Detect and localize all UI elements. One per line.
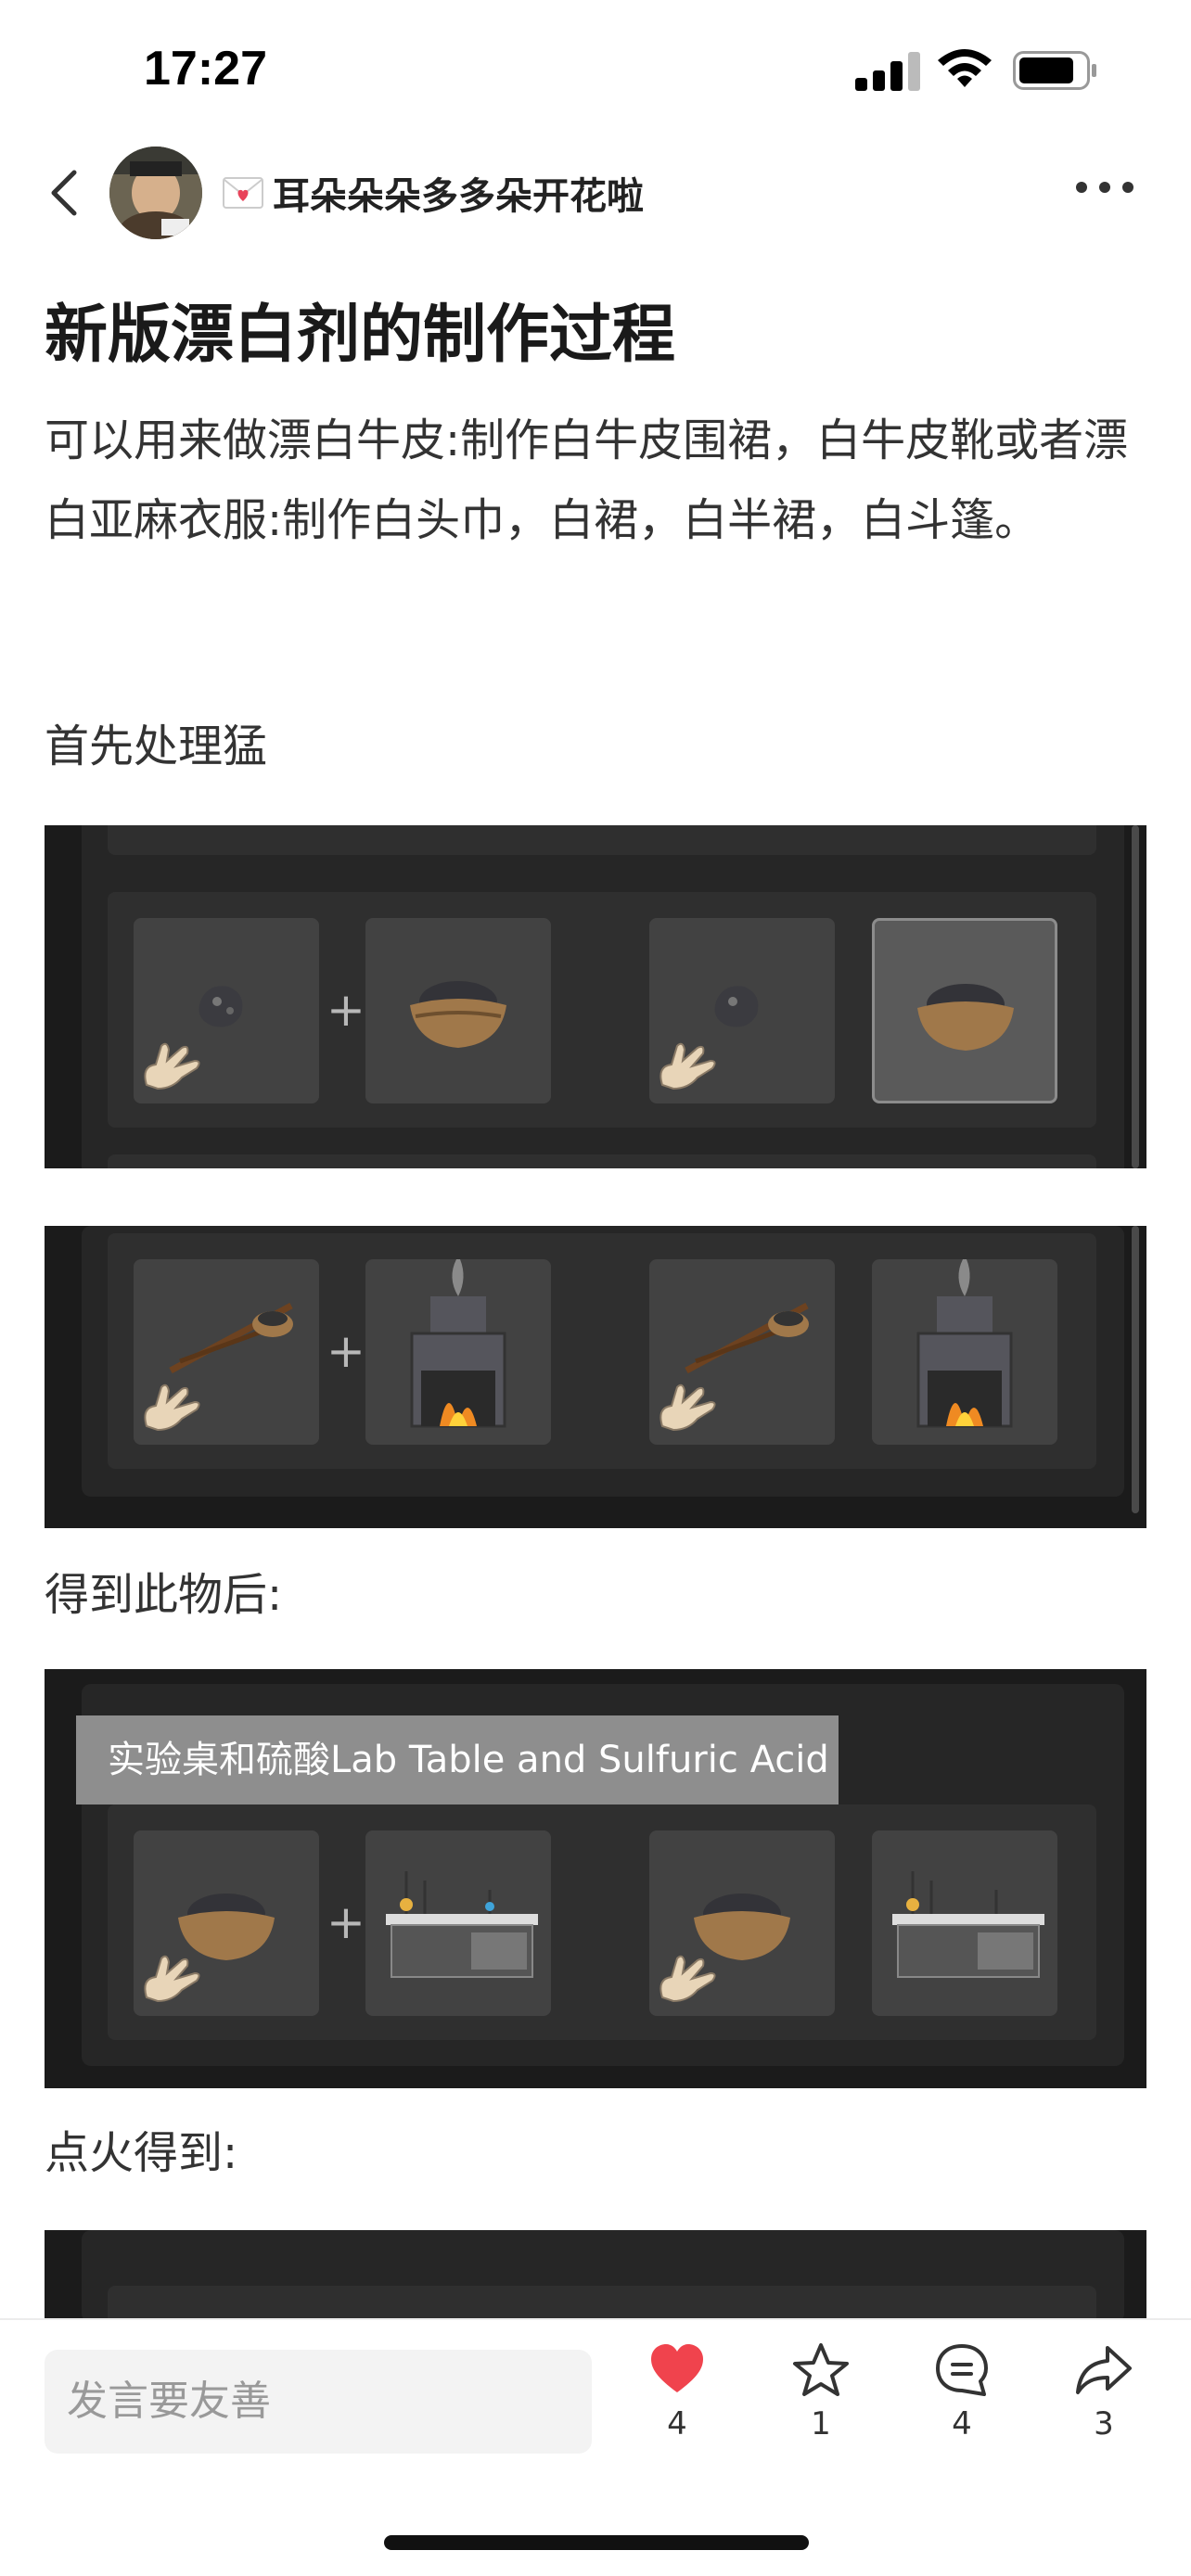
share-icon xyxy=(1076,2346,1132,2394)
heart-icon xyxy=(651,2344,703,2392)
game-screenshot: + xyxy=(45,1226,1146,1528)
comment-input[interactable]: 发言要友善 xyxy=(45,2350,592,2454)
comment-icon xyxy=(936,2344,988,2396)
home-indicator xyxy=(384,2535,809,2550)
section-text: 得到此物后: xyxy=(45,1569,283,1621)
status-time: 17:27 xyxy=(144,42,267,96)
post-body: 可以用来做漂白牛皮:制作白牛皮围裙，白牛皮靴或者漂白亚麻衣服:制作白头巾，白裙，… xyxy=(45,414,1129,546)
signal-icon xyxy=(855,48,920,91)
comment-button[interactable]: 4 xyxy=(916,2340,1008,2442)
wifi-icon xyxy=(938,49,992,87)
comment-count: 4 xyxy=(952,2405,972,2442)
like-count: 4 xyxy=(667,2405,687,2442)
username: 耳朵朵朵多多朵开花啦 xyxy=(273,175,644,218)
back-icon[interactable] xyxy=(41,167,93,219)
section-text: 首先处理猛 xyxy=(45,721,268,772)
share-count: 3 xyxy=(1094,2405,1114,2442)
share-button[interactable]: 3 xyxy=(1057,2340,1150,2442)
favorite-button[interactable]: 1 xyxy=(775,2340,867,2442)
author[interactable]: 耳朵朵朵多多朵开花啦 xyxy=(223,167,644,219)
like-button[interactable]: 4 xyxy=(631,2340,724,2442)
game-screenshot xyxy=(45,2230,1146,2323)
favorite-count: 1 xyxy=(811,2405,831,2442)
game-screenshot: + xyxy=(45,825,1146,1168)
avatar[interactable] xyxy=(109,147,202,239)
post-title: 新版漂白剂的制作过程 xyxy=(45,299,676,372)
battery-icon xyxy=(1013,51,1096,90)
star-icon xyxy=(793,2343,849,2396)
item-tooltip: 实验桌和硫酸Lab Table and Sulfuric Acid xyxy=(76,1715,839,1804)
status-bar: 17:27 xyxy=(0,0,1191,139)
nav-bar: 耳朵朵朵多多朵开花啦 xyxy=(0,139,1191,250)
section-text: 点火得到: xyxy=(45,2127,238,2179)
envelope-icon xyxy=(223,177,263,209)
more-icon[interactable] xyxy=(1076,178,1133,197)
